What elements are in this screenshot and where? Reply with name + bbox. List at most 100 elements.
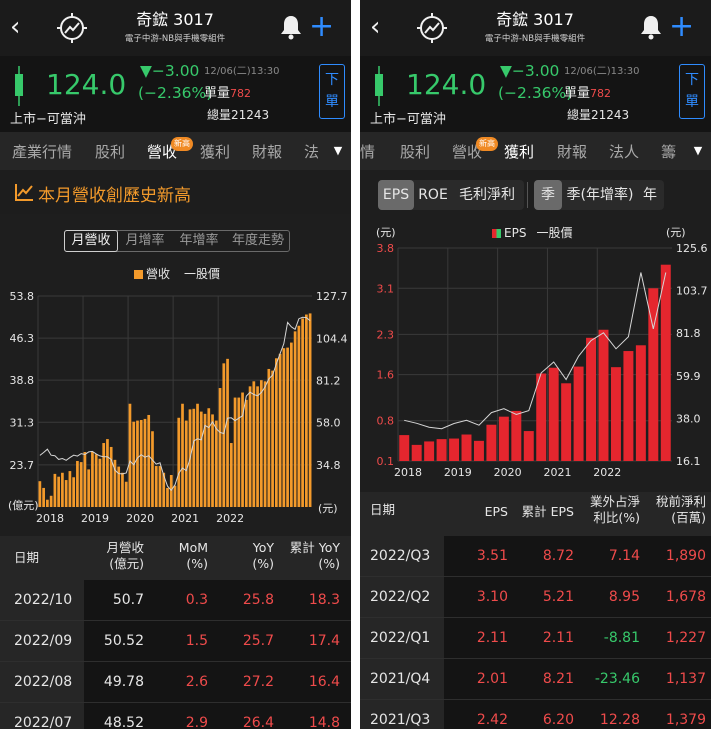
tab-profit[interactable]: 獲利: [200, 141, 230, 162]
chart-bar: [598, 329, 609, 461]
chart-bar: [214, 420, 218, 507]
last-price: 124.0: [46, 68, 127, 101]
y2-tick-label: 81.8: [676, 327, 701, 340]
cell-nonop-ratio: 8.95: [608, 589, 640, 605]
quote-time: 12/06(二)13:30: [564, 66, 640, 77]
tab-profit[interactable]: 獲利: [504, 141, 534, 162]
chart-bar: [293, 331, 297, 507]
cell-eps: 3.51: [476, 548, 508, 564]
tab-industry[interactable]: 情: [360, 141, 375, 162]
chart-bar: [38, 481, 42, 507]
chart-bar: [136, 420, 139, 507]
chart-bar: [87, 469, 91, 507]
chart-bar: [623, 351, 634, 461]
chart-bar: [256, 386, 259, 507]
table-row[interactable]: 2022/10 50.7 0.3 25.8 18.3: [0, 580, 351, 621]
seg-quarter-yoy[interactable]: 季(年增率): [564, 180, 636, 210]
chart-bar: [199, 411, 203, 507]
banner-text: 本月營收創歷史新高: [38, 186, 191, 206]
trend-chart-icon: [15, 184, 33, 201]
plus-icon[interactable]: +: [669, 8, 694, 46]
y2-tick-label: 58.0: [316, 417, 341, 430]
table-row[interactable]: 2022/Q3 3.51 8.72 7.14 1,890: [360, 536, 711, 577]
order-button[interactable]: 下單: [319, 64, 345, 119]
x-tick-label: 2022: [593, 466, 621, 479]
chart-bar: [278, 353, 282, 507]
chart-bar: [147, 414, 151, 507]
chart-bar: [91, 452, 94, 507]
seg-yoy[interactable]: 年增率: [172, 231, 226, 251]
trend-logo-icon: [417, 13, 447, 43]
chart-bar: [211, 414, 214, 507]
app-header: ‹ 奇鋐 3017 電子中游-NB與手機零組件 +: [0, 0, 351, 56]
plot-background: [38, 296, 312, 507]
tab-institutional[interactable]: 法: [304, 141, 319, 162]
tab-financials[interactable]: 財報: [557, 141, 587, 162]
chart-bar: [218, 388, 222, 507]
tab-financials[interactable]: 財報: [252, 141, 282, 162]
cell-revenue: 49.78: [103, 674, 144, 690]
chart-bar: [154, 466, 158, 507]
y2-tick-label: 34.8: [316, 459, 341, 472]
chart-bar: [573, 366, 584, 461]
chart-bar: [128, 403, 132, 507]
tab-institutional[interactable]: 法人: [609, 141, 639, 162]
cell-yoy: 27.2: [242, 674, 274, 690]
x-tick-label: 2021: [171, 512, 199, 525]
y-tick-label: 31.3: [10, 416, 35, 429]
chart-bar: [181, 403, 184, 507]
seg-annual-trend[interactable]: 年度走勢: [227, 231, 289, 251]
dropdown-triangle-icon[interactable]: ▼: [685, 132, 711, 170]
cell-date: 2022/Q1: [370, 630, 431, 646]
plus-icon[interactable]: +: [309, 8, 334, 46]
tab-chips[interactable]: 籌: [661, 141, 676, 162]
table-row[interactable]: 2022/09 50.52 1.5 25.7 17.4: [0, 621, 351, 662]
table-row[interactable]: 2022/Q1 2.11 2.11 -8.81 1,227: [360, 618, 711, 659]
x-tick-label: 2020: [126, 512, 154, 525]
legend-eps: EPS: [504, 226, 527, 240]
table-row[interactable]: 2022/Q2 3.10 5.21 8.95 1,678: [360, 577, 711, 618]
table-row[interactable]: 2022/08 49.78 2.6 27.2 16.4: [0, 662, 351, 703]
cell-eps: 3.10: [476, 589, 508, 605]
back-chevron-icon[interactable]: ‹: [370, 12, 380, 42]
tab-industry[interactable]: 產業行情: [12, 141, 72, 162]
unit-volume-value: 782: [590, 87, 612, 100]
seg-roe[interactable]: ROE: [416, 180, 450, 210]
chart-bar: [548, 367, 559, 461]
seg-margin[interactable]: 毛利淨利: [452, 180, 522, 210]
table-row[interactable]: 2021/Q3 2.42 6.20 12.28 1,379: [360, 700, 711, 729]
cell-yoy: 25.7: [242, 633, 274, 649]
seg-quarter[interactable]: 季: [534, 180, 562, 210]
tab-bar: 產業行情 股利 營收 新高 獲利 財報 法 ▼: [0, 132, 351, 170]
th-yoy: YoY (%): [252, 540, 274, 571]
y-tick-label: 53.8: [10, 290, 35, 303]
unit-volume-label: 單量: [564, 86, 591, 101]
chart-bar: [399, 435, 410, 461]
y-tick-label: 23.7: [10, 459, 35, 472]
bell-icon[interactable]: [280, 14, 302, 40]
quote-time: 12/06(二)13:30: [204, 66, 280, 77]
back-chevron-icon[interactable]: ‹: [10, 12, 20, 42]
chart-bar: [308, 313, 312, 507]
y-tick-label: 0.1: [377, 455, 395, 468]
chart-bar: [177, 417, 181, 507]
table-row[interactable]: 2022/07 48.52 2.9 26.4 14.8: [0, 703, 351, 729]
seg-eps[interactable]: EPS: [378, 180, 414, 210]
cell-mom: 2.6: [185, 674, 208, 690]
y-tick-label: 46.3: [10, 332, 35, 345]
cell-cum-eps: 8.72: [542, 548, 574, 564]
chart-bar: [233, 397, 237, 507]
th-date: 日期: [14, 550, 40, 565]
bell-icon[interactable]: [640, 14, 662, 40]
seg-mom[interactable]: 月增率: [120, 231, 170, 251]
table-header: 日期 EPS 累計 EPS 業外占淨 利比(%) 稅前淨利 (百萬): [360, 492, 711, 536]
order-button[interactable]: 下單: [679, 64, 705, 119]
table-row[interactable]: 2021/Q4 2.01 8.21 -23.46 1,137: [360, 659, 711, 700]
candle-icon: [375, 66, 383, 106]
seg-year[interactable]: 年: [638, 180, 662, 210]
dropdown-triangle-icon[interactable]: ▼: [325, 132, 351, 170]
cell-cum-eps: 8.21: [542, 671, 574, 687]
seg-monthly-revenue[interactable]: 月營收: [64, 230, 118, 252]
tab-dividend[interactable]: 股利: [95, 141, 125, 162]
tab-dividend[interactable]: 股利: [400, 141, 430, 162]
